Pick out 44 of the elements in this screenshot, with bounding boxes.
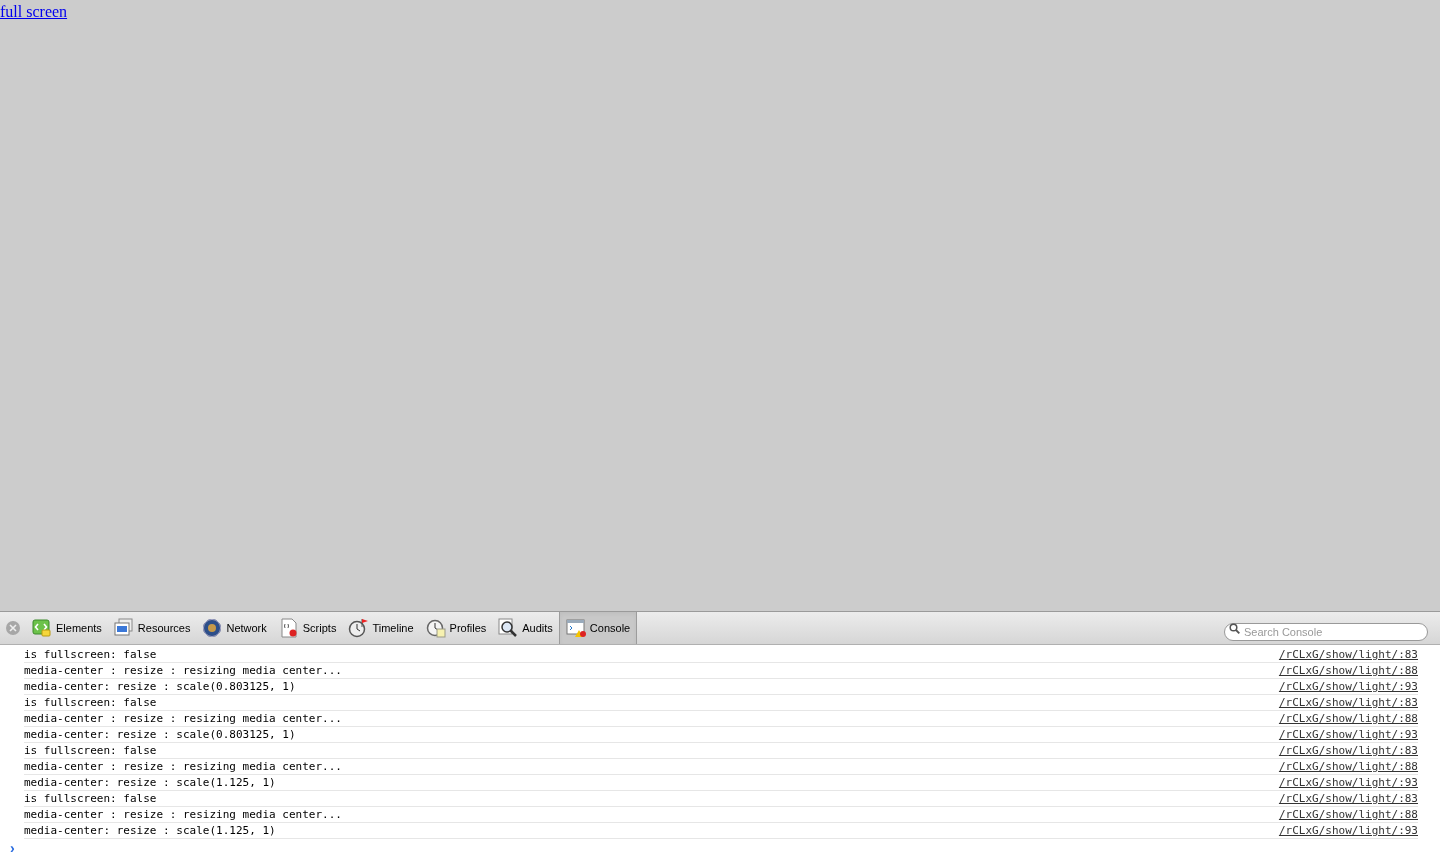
full-screen-link[interactable]: full screen (0, 3, 68, 20)
source-link[interactable]: /rCLxG/show/light/:88 (1278, 807, 1418, 822)
source-link[interactable]: /rCLxG/show/light/:88 (1278, 663, 1418, 678)
source-link[interactable]: /rCLxG/show/light/:93 (1278, 775, 1418, 790)
source-link[interactable]: /rCLxG/show/light/:83 (1278, 743, 1418, 758)
console-message: media-center: resize : scale(0.803125, 1) (24, 727, 296, 742)
console-message: is fullscreen: false (24, 743, 157, 758)
console-prompt[interactable]: › (10, 840, 15, 856)
panel-tab[interactable]: Network (196, 612, 273, 644)
console-message: is fullscreen: false (24, 791, 157, 806)
source-link[interactable]: /rCLxG/show/light/:83 (1278, 791, 1418, 806)
stopwatch-icon (348, 618, 369, 638)
console-message: media-center : resize : resizing media center... (24, 759, 342, 774)
source-link[interactable]: /rCLxG/show/light/:93 (1278, 823, 1418, 838)
source-link[interactable]: /rCLxG/show/light/:83 (1278, 647, 1418, 662)
search-icon (1229, 623, 1240, 634)
console-message: media-center: resize : scale(0.803125, 1) (24, 679, 296, 694)
panel-tab[interactable]: Profiles (419, 612, 493, 644)
console-message: media-center: resize : scale(1.125, 1) (24, 823, 276, 838)
code-brackets-icon (32, 618, 52, 638)
magnifier-icon (498, 618, 519, 638)
panel-tab[interactable]: Resources (107, 612, 197, 644)
source-link[interactable]: /rCLxG/show/light/:88 (1278, 711, 1418, 726)
console-message: media-center: resize : scale(1.125, 1) (24, 775, 276, 790)
panel-tab[interactable]: Scripts (272, 612, 343, 644)
console-message: is fullscreen: false (24, 647, 157, 662)
source-link[interactable]: /rCLxG/show/light/:93 (1278, 727, 1418, 742)
panel-tab[interactable]: Console (558, 612, 638, 644)
terminal-icon (565, 618, 586, 638)
source-link[interactable]: /rCLxG/show/light/:83 (1278, 695, 1418, 710)
window-stack-icon (113, 618, 134, 638)
console-message: is fullscreen: false (24, 695, 157, 710)
console-message: media-center : resize : resizing media center... (24, 711, 342, 726)
console-message: media-center : resize : resizing media center... (24, 807, 342, 822)
panel-tab[interactable]: Timeline (342, 612, 420, 644)
console-message: media-center : resize : resizing media center... (24, 663, 342, 678)
close-icon[interactable] (6, 621, 20, 635)
panel-tab[interactable]: Elements (26, 612, 108, 644)
source-link[interactable]: /rCLxG/show/light/:93 (1278, 679, 1418, 694)
clock-icon (425, 618, 446, 638)
search-field[interactable]: Search Console (1224, 623, 1428, 641)
source-link[interactable]: /rCLxG/show/light/:88 (1278, 759, 1418, 774)
panel-tab[interactable]: Audits (492, 612, 559, 644)
document-icon (278, 618, 299, 638)
